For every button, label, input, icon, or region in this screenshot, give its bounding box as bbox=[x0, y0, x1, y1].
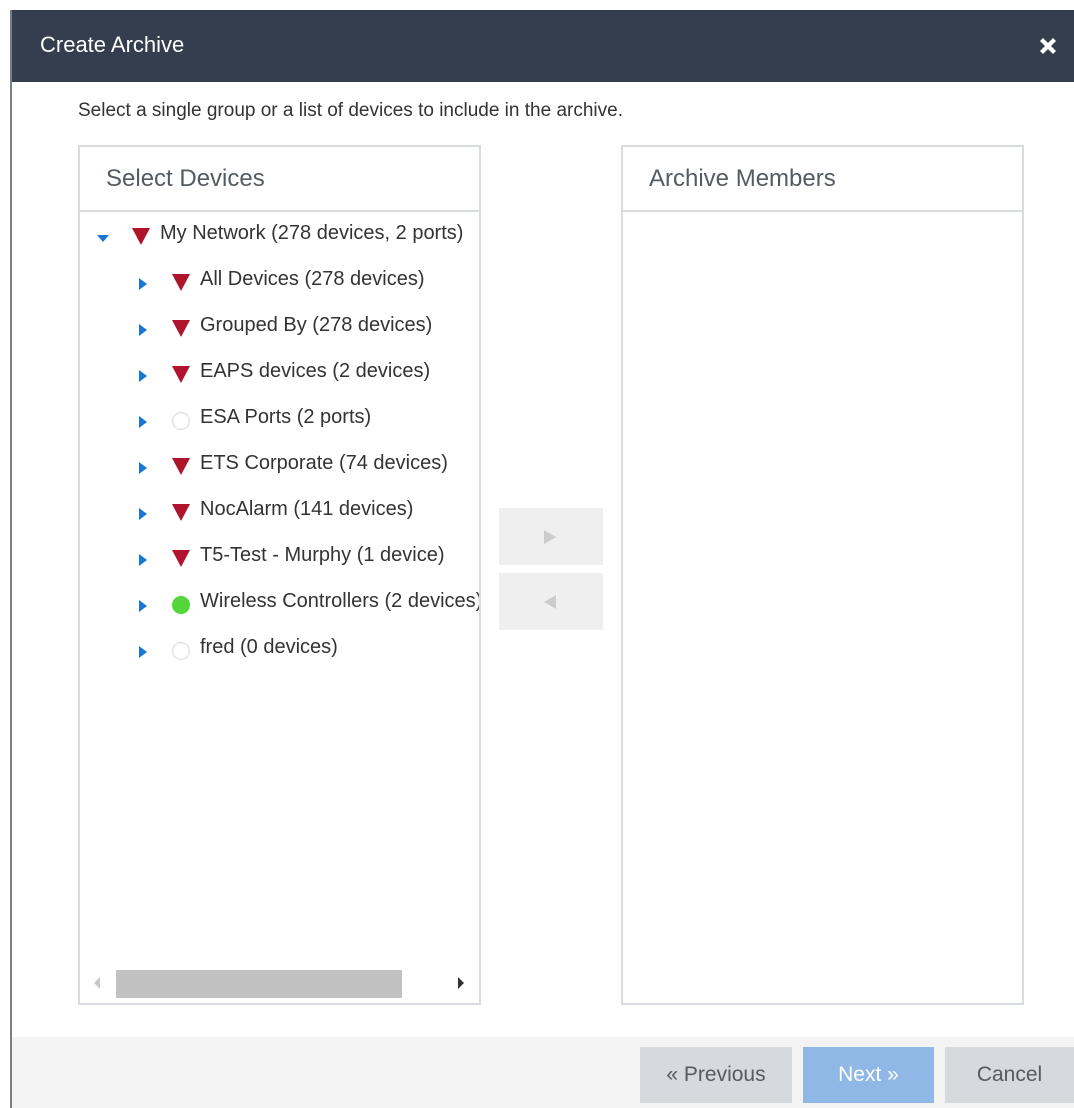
caret-right-icon[interactable] bbox=[136, 412, 150, 435]
tree-item[interactable]: All Devices (278 devices) bbox=[80, 262, 479, 302]
tree-item[interactable]: Wireless Controllers (2 devices) bbox=[80, 584, 479, 624]
tree-item[interactable]: T5-Test - Murphy (1 device) bbox=[80, 538, 479, 578]
tree-item[interactable]: NocAlarm (141 devices) bbox=[80, 492, 479, 532]
alarm-triangle-icon bbox=[170, 363, 192, 391]
create-archive-dialog: Create Archive Select a single group or … bbox=[10, 10, 1074, 1108]
alarm-triangle-icon bbox=[170, 317, 192, 345]
alarm-triangle-icon bbox=[130, 225, 152, 253]
caret-right-icon[interactable] bbox=[136, 320, 150, 343]
tree-item-label: All Devices (278 devices) bbox=[200, 268, 425, 290]
tree-item-label: Grouped By (278 devices) bbox=[200, 314, 433, 336]
instruction-text: Select a single group or a list of devic… bbox=[78, 100, 623, 121]
next-button[interactable]: Next » bbox=[803, 1047, 934, 1103]
tree-item-label: ETS Corporate (74 devices) bbox=[200, 452, 448, 474]
archive-members-list[interactable] bbox=[623, 212, 1022, 1003]
cancel-button[interactable]: Cancel bbox=[945, 1047, 1074, 1103]
caret-down-icon[interactable] bbox=[96, 228, 110, 251]
archive-members-panel: Archive Members bbox=[621, 145, 1024, 1005]
tree-item-label: ESA Ports (2 ports) bbox=[200, 406, 372, 428]
tree-item[interactable]: fred (0 devices) bbox=[80, 630, 479, 670]
tree-item[interactable]: Grouped By (278 devices) bbox=[80, 308, 479, 348]
dialog-footer: « Previous Next » Cancel bbox=[12, 1037, 1074, 1108]
previous-button[interactable]: « Previous bbox=[640, 1047, 792, 1103]
status-unknown-icon bbox=[170, 639, 192, 667]
close-icon[interactable] bbox=[1036, 34, 1060, 58]
arrow-left-icon bbox=[544, 595, 556, 609]
dialog-title: Create Archive bbox=[40, 32, 185, 57]
tree-item[interactable]: My Network (278 devices, 2 ports) bbox=[80, 216, 479, 256]
tree-item[interactable]: ESA Ports (2 ports) bbox=[80, 400, 479, 440]
alarm-triangle-icon bbox=[170, 501, 192, 529]
page-background bbox=[0, 0, 1074, 10]
scroll-right-icon[interactable] bbox=[456, 976, 466, 995]
tree-item-label: NocAlarm (141 devices) bbox=[200, 498, 414, 520]
alarm-triangle-icon bbox=[170, 547, 192, 575]
horizontal-scrollbar[interactable] bbox=[80, 965, 479, 1003]
caret-right-icon[interactable] bbox=[136, 550, 150, 573]
caret-right-icon[interactable] bbox=[136, 596, 150, 619]
tree-item-label: fred (0 devices) bbox=[200, 636, 338, 658]
scroll-left-icon[interactable] bbox=[92, 976, 102, 995]
arrow-right-icon bbox=[544, 530, 556, 544]
alarm-triangle-icon bbox=[170, 271, 192, 299]
tree-item-label: T5-Test - Murphy (1 device) bbox=[200, 544, 445, 566]
tree-item-label: EAPS devices (2 devices) bbox=[200, 360, 431, 382]
add-to-archive-button[interactable] bbox=[499, 508, 603, 565]
status-ok-icon bbox=[170, 593, 192, 621]
caret-right-icon[interactable] bbox=[136, 642, 150, 665]
device-tree: My Network (278 devices, 2 ports) All Dev… bbox=[80, 212, 479, 957]
caret-right-icon[interactable] bbox=[136, 458, 150, 481]
tree-item-label: Wireless Controllers (2 devices) bbox=[200, 590, 479, 612]
caret-right-icon[interactable] bbox=[136, 504, 150, 527]
caret-right-icon[interactable] bbox=[136, 366, 150, 389]
select-devices-header: Select Devices bbox=[80, 147, 479, 212]
status-unknown-icon bbox=[170, 409, 192, 437]
caret-right-icon[interactable] bbox=[136, 274, 150, 297]
dialog-title-bar: Create Archive bbox=[12, 10, 1074, 82]
select-devices-panel: Select Devices My Network (278 devices, … bbox=[78, 145, 481, 1005]
alarm-triangle-icon bbox=[170, 455, 192, 483]
scroll-thumb[interactable] bbox=[116, 970, 402, 998]
tree-item[interactable]: EAPS devices (2 devices) bbox=[80, 354, 479, 394]
archive-members-header: Archive Members bbox=[623, 147, 1022, 212]
tree-item-label: My Network (278 devices, 2 ports) bbox=[160, 222, 464, 244]
remove-from-archive-button[interactable] bbox=[499, 573, 603, 630]
tree-item[interactable]: ETS Corporate (74 devices) bbox=[80, 446, 479, 486]
